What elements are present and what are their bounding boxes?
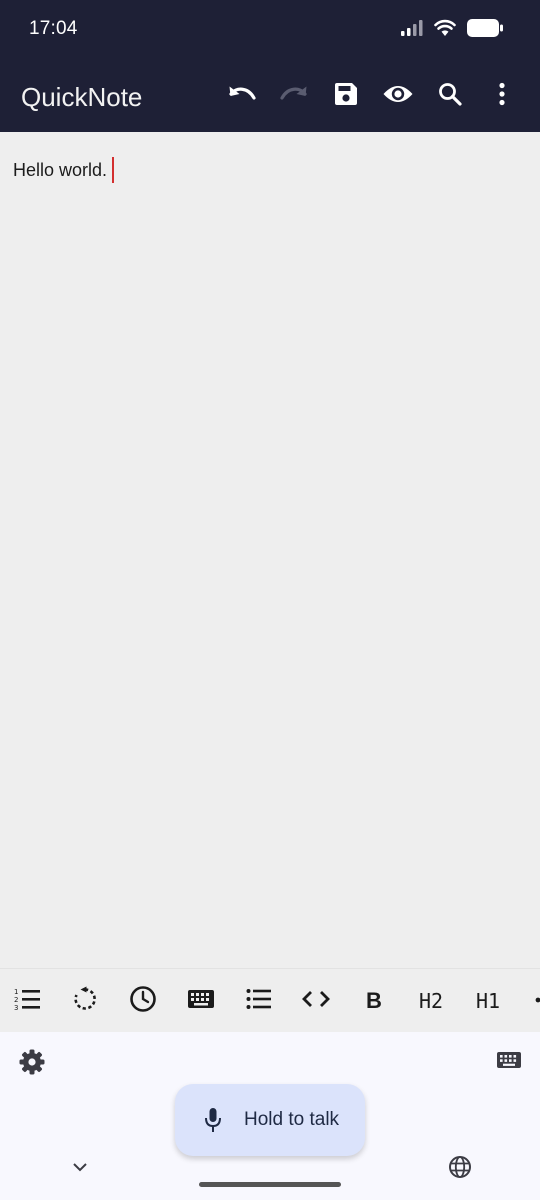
settings-gear-icon xyxy=(19,1049,45,1080)
settings-button[interactable] xyxy=(18,1049,46,1080)
status-time: 17:04 xyxy=(29,18,78,39)
hold-to-talk-button[interactable]: Hold to talk xyxy=(175,1084,365,1156)
more-vert-icon xyxy=(498,82,506,111)
preview-button[interactable] xyxy=(372,78,424,114)
keyboard-shortcut-button[interactable] xyxy=(176,969,226,1033)
app-title: QuickNote xyxy=(21,82,143,112)
hide-keyboard-button[interactable] xyxy=(68,1158,92,1178)
svg-text:2: 2 xyxy=(14,996,18,1004)
heading1-button[interactable]: H1 xyxy=(463,969,513,1033)
bullet-list-button[interactable] xyxy=(234,969,284,1033)
search-icon xyxy=(437,81,463,112)
microphone-icon xyxy=(201,1108,225,1132)
rotate-button[interactable] xyxy=(60,969,110,1033)
numbered-list-icon: 1 2 3 xyxy=(14,987,42,1016)
heading2-label: H2 xyxy=(418,989,444,1013)
battery-icon xyxy=(466,18,504,43)
save-icon xyxy=(333,81,359,112)
editor-content[interactable]: Hello world. xyxy=(13,157,115,183)
svg-text:1: 1 xyxy=(14,988,18,996)
rotate-icon xyxy=(72,986,98,1017)
heading1-label: H1 xyxy=(475,989,501,1013)
wifi-icon xyxy=(434,19,456,42)
bold-label: B xyxy=(366,988,382,1013)
undo-button[interactable] xyxy=(216,78,268,114)
globe-icon xyxy=(448,1155,472,1184)
app-bar: QuickNote xyxy=(0,60,540,132)
bold-button[interactable]: B xyxy=(349,969,399,1033)
status-icons xyxy=(400,18,504,43)
more-options-button[interactable] xyxy=(476,78,528,114)
redo-icon xyxy=(279,83,309,110)
switch-keyboard-button[interactable] xyxy=(494,1050,524,1074)
save-button[interactable] xyxy=(320,78,372,114)
code-icon xyxy=(302,989,330,1014)
code-button[interactable] xyxy=(291,969,341,1033)
preview-eye-icon xyxy=(382,83,414,110)
keyboard-icon xyxy=(187,989,215,1014)
voice-keyboard-panel: Hold to talk xyxy=(0,1032,540,1200)
search-button[interactable] xyxy=(424,78,476,114)
keyboard-switch-icon xyxy=(496,1051,522,1074)
overflow-dot-icon xyxy=(514,992,540,1010)
status-bar: 17:04 xyxy=(0,0,540,60)
svg-text:3: 3 xyxy=(14,1004,18,1011)
markdown-toolbar: 1 2 3 B H2 H1 xyxy=(0,968,540,1033)
hold-to-talk-label: Hold to talk xyxy=(244,1109,340,1130)
toolbar-overflow-button[interactable] xyxy=(514,969,540,1033)
numbered-list-button[interactable]: 1 2 3 xyxy=(3,969,53,1033)
app-actions xyxy=(216,78,528,114)
timestamp-button[interactable] xyxy=(118,969,168,1033)
language-button[interactable] xyxy=(447,1155,473,1184)
bullet-list-icon xyxy=(246,988,272,1015)
undo-icon xyxy=(227,83,257,110)
home-indicator[interactable] xyxy=(199,1182,341,1187)
text-cursor xyxy=(112,157,115,183)
clock-icon xyxy=(129,985,157,1018)
redo-button[interactable] xyxy=(268,78,320,114)
chevron-down-icon xyxy=(72,1159,88,1177)
signal-icon xyxy=(400,19,424,42)
editor-text: Hello world. xyxy=(13,159,108,180)
heading2-button[interactable]: H2 xyxy=(406,969,456,1033)
editor-area[interactable]: Hello world. xyxy=(0,132,540,968)
